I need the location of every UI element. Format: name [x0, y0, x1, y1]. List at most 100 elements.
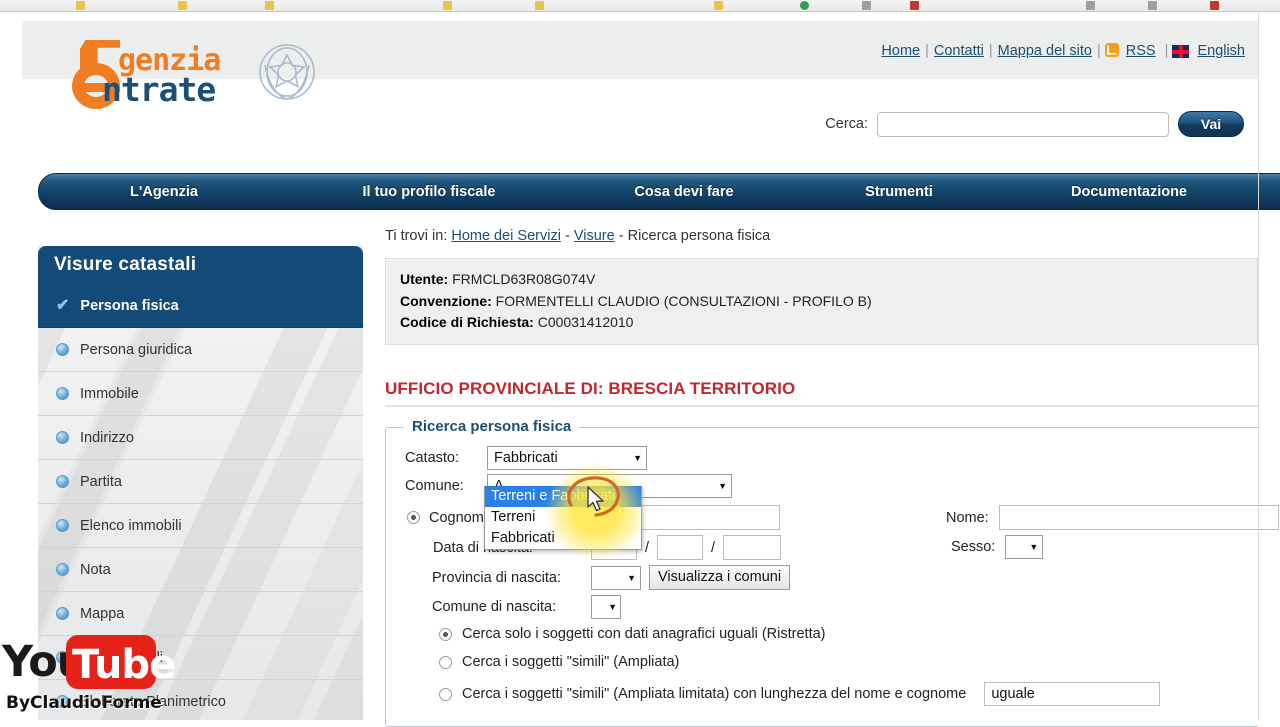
- nav-item-profilo-fiscale[interactable]: Il tuo profilo fiscale: [289, 184, 569, 200]
- divider: [385, 405, 1258, 408]
- breadcrumb-link-home-servizi[interactable]: Home dei Servizi: [451, 228, 561, 244]
- chevron-down-icon: ▼: [608, 602, 617, 613]
- search-mode-option-ampliata-limitata[interactable]: Cerca i soggetti "simili" (Ampliata limi…: [439, 682, 1161, 707]
- radio-ampliata[interactable]: [439, 655, 452, 669]
- radio-ristretta[interactable]: [439, 627, 452, 641]
- link-mappa-del-sito[interactable]: Mappa del sito: [993, 43, 1097, 59]
- youtube-watermark: You Tube ByClaudioForme: [0, 625, 176, 720]
- catasto-dropdown-options[interactable]: Terreni e Fabbricati Terreni Fabbricati: [484, 486, 642, 550]
- folder-icon[interactable]: [714, 1, 723, 10]
- nav-item-lagenzia[interactable]: L'Agenzia: [39, 184, 289, 200]
- sidebar-item-nota[interactable]: Nota: [38, 548, 363, 592]
- catasto-select[interactable]: Fabbricati ▼: [487, 446, 647, 471]
- sidebar-item-immobile[interactable]: Immobile: [38, 372, 363, 416]
- bookmark-icon[interactable]: [910, 1, 919, 10]
- bookmark-icon[interactable]: [1086, 1, 1095, 10]
- provincia-nascita-select[interactable]: ▼: [591, 565, 641, 590]
- bullet-icon: [56, 387, 69, 400]
- user-info-box: Utente: FRMCLD63R08G074V Convenzione: FO…: [385, 258, 1258, 346]
- data-nascita-year-input[interactable]: [723, 535, 782, 561]
- chevron-down-icon: ▼: [1029, 542, 1039, 553]
- radio-ampliata-limitata[interactable]: [439, 687, 452, 701]
- utility-links: Home | Contatti | Mappa del sito | RSS | Engl…: [876, 43, 1250, 59]
- row-sesso: Sesso: ▼: [951, 535, 1044, 560]
- search-input[interactable]: [877, 111, 1169, 137]
- dropdown-option-terreni[interactable]: Terreni: [485, 507, 641, 528]
- breadcrumb-link-visure[interactable]: Visure: [574, 228, 615, 244]
- breadcrumb: Ti trovi in: Home dei Servizi - Visure -…: [385, 228, 1260, 244]
- bookmark-icon[interactable]: [1148, 1, 1157, 10]
- sidebar-item-indirizzo[interactable]: Indirizzo: [38, 416, 363, 460]
- convenzione-label: Convenzione:: [400, 292, 492, 309]
- chevron-down-icon: ▼: [627, 572, 636, 583]
- utente-value: FRMCLD63R08G074V: [452, 271, 596, 287]
- link-home[interactable]: Home: [876, 43, 925, 59]
- link-separator: |: [1164, 43, 1169, 59]
- fieldset-legend: Ricerca persona fisica: [404, 418, 580, 436]
- comune-label: Comune:: [405, 478, 464, 495]
- sidebar-item-label: Persona giuridica: [80, 341, 193, 358]
- bookmark-icon[interactable]: [800, 1, 809, 10]
- sesso-select[interactable]: ▼: [1005, 535, 1044, 560]
- lunghezza-select[interactable]: uguale: [984, 682, 1161, 707]
- sidebar-item-label: Immobile: [80, 385, 139, 402]
- breadcrumb-separator: -: [618, 228, 624, 244]
- row-nome: Nome:: [946, 505, 1279, 531]
- row-catasto: Catasto: Fabbricati ▼: [405, 446, 647, 471]
- visualizza-comuni-button[interactable]: Visualizza i comuni: [649, 565, 791, 591]
- comune-nascita-select[interactable]: ▼: [591, 595, 621, 620]
- bullet-icon: [56, 563, 69, 576]
- chevron-down-icon: ▼: [718, 481, 727, 492]
- cognome-radio[interactable]: [407, 511, 420, 525]
- bullet-icon: [56, 607, 69, 620]
- uk-flag-icon[interactable]: [1172, 45, 1190, 58]
- bookmark-icon[interactable]: [862, 1, 871, 10]
- search-form-fieldset: Ricerca persona fisica Catasto: Fabbrica…: [385, 418, 1279, 727]
- folder-icon[interactable]: [535, 1, 544, 10]
- nav-item-cosa-devi-fare[interactable]: Cosa devi fare: [569, 184, 799, 200]
- search-mode-label: Cerca i soggetti "simili" (Ampliata limi…: [462, 686, 967, 703]
- main-content: Ti trovi in: Home dei Servizi - Visure -…: [385, 228, 1279, 727]
- sidebar-item-partita[interactable]: Partita: [38, 460, 363, 504]
- search-mode-label: Cerca i soggetti "simili" (Ampliata): [462, 654, 680, 671]
- nome-input[interactable]: [998, 505, 1279, 531]
- sesso-label: Sesso:: [951, 539, 996, 556]
- provincia-nascita-label: Provincia di nascita:: [432, 569, 561, 586]
- sidebar-item-persona-fisica[interactable]: ✔ Persona fisica: [38, 284, 363, 328]
- office-title: UFFICIO PROVINCIALE DI: BRESCIA TERRITOR…: [385, 379, 796, 399]
- folder-icon[interactable]: [178, 1, 187, 10]
- sidebar-item-label: Elenco immobili: [80, 517, 182, 534]
- dropdown-option-terreni-e-fabbricati[interactable]: Terreni e Fabbricati: [485, 486, 641, 507]
- youtube-watermark-byline: ByClaudioForme: [6, 693, 162, 713]
- sidebar-item-elenco-immobili[interactable]: Elenco immobili: [38, 504, 363, 548]
- page-root: genzia ntrate Home | Contatti | Mappa del si…: [0, 13, 1280, 727]
- rss-icon[interactable]: [1104, 43, 1119, 57]
- link-contatti[interactable]: Contatti: [929, 43, 989, 59]
- folder-icon[interactable]: [443, 1, 452, 10]
- search-mode-option-ristretta[interactable]: Cerca solo i soggetti con dati anagrafic…: [439, 626, 825, 642]
- bullet-icon: [56, 343, 69, 356]
- sidebar-item-persona-giuridica[interactable]: Persona giuridica: [38, 328, 363, 372]
- link-english[interactable]: English: [1192, 43, 1250, 59]
- dropdown-option-fabbricati[interactable]: Fabbricati: [485, 528, 641, 549]
- lunghezza-select-value: uguale: [991, 686, 1035, 703]
- row-provincia-nascita: Provincia di nascita: ▼ Visualizza i com…: [432, 565, 791, 591]
- codice-richiesta-value: C00031412010: [537, 314, 634, 331]
- browser-bookmarks-bar[interactable]: [0, 0, 1280, 12]
- nav-item-strumenti[interactable]: Strumenti: [799, 184, 999, 200]
- user-row-convenzione: Convenzione: FORMENTELLI CLAUDIO (CONSUL…: [400, 291, 1257, 313]
- user-row-codice: Codice di Richiesta: C00031412010: [400, 312, 1257, 334]
- row-comune-nascita: Comune di nascita: ▼: [432, 595, 621, 620]
- nome-label: Nome:: [946, 509, 989, 526]
- search-go-button[interactable]: Vai: [1178, 111, 1244, 137]
- bullet-icon: [56, 431, 69, 444]
- nav-item-documentazione[interactable]: Documentazione: [999, 184, 1259, 200]
- breadcrumb-current: Ricerca persona fisica: [627, 228, 771, 244]
- folder-icon[interactable]: [265, 1, 274, 10]
- bookmark-icon[interactable]: [1210, 1, 1219, 10]
- date-separator: /: [711, 539, 716, 556]
- search-mode-option-ampliata[interactable]: Cerca i soggetti "simili" (Ampliata): [439, 654, 679, 670]
- folder-icon[interactable]: [76, 1, 85, 10]
- data-nascita-month-input[interactable]: [657, 535, 704, 561]
- link-rss[interactable]: RSS: [1121, 43, 1161, 59]
